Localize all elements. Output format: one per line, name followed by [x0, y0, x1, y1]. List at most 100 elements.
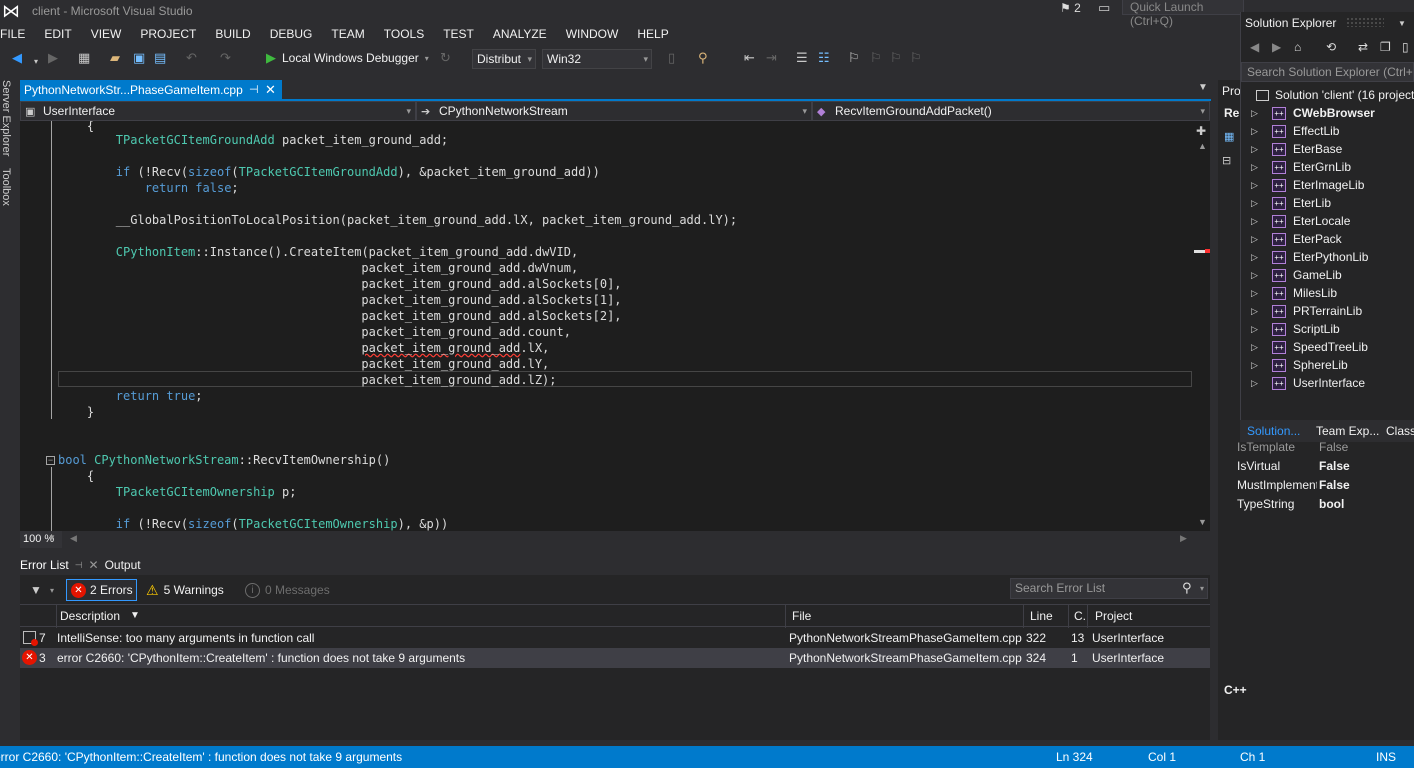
tab-overflow-icon[interactable]: ▼	[1198, 82, 1208, 93]
expand-icon[interactable]: ▷	[1251, 324, 1265, 335]
document-tab[interactable]: PythonNetworkStr...PhaseGameItem.cpp ⊣ ✕	[20, 80, 282, 100]
device-icon[interactable]: ▯	[668, 50, 675, 66]
expand-icon[interactable]: ▷	[1251, 360, 1265, 371]
search-icon[interactable]: ⚲	[1182, 580, 1192, 596]
property-value[interactable]: False	[1319, 459, 1350, 473]
expand-icon[interactable]: ▷	[1251, 234, 1265, 245]
project-node[interactable]: ▷ ++ UserInterface	[1251, 374, 1365, 392]
categorized-icon[interactable]: ▦	[1224, 130, 1234, 143]
chevron-down-icon[interactable]: ▼	[1398, 19, 1406, 28]
property-value[interactable]: False	[1319, 478, 1350, 492]
menu-file[interactable]: FILE	[0, 24, 34, 44]
project-node[interactable]: ▷ ++ SphereLib	[1251, 356, 1348, 374]
menu-edit[interactable]: EDIT	[34, 24, 80, 44]
solution-platform-combo[interactable]: Win32 ▾	[542, 49, 652, 69]
properties-tab[interactable]: Pro	[1222, 84, 1241, 98]
tab-solution-explorer[interactable]: Solution...	[1247, 424, 1300, 438]
new-project-icon[interactable]: ▦	[78, 50, 90, 66]
chevron-down-icon[interactable]: ▼	[48, 533, 56, 542]
open-file-icon[interactable]: ▰	[110, 50, 120, 66]
expand-icon[interactable]: ▷	[1251, 162, 1265, 173]
expand-icon[interactable]: ▷	[1251, 108, 1265, 119]
tab-class-view[interactable]: Class...	[1386, 424, 1414, 438]
menu-debug[interactable]: DEBUG	[260, 24, 322, 44]
project-node[interactable]: ▷ ++ MilesLib	[1251, 284, 1337, 302]
refresh-icon[interactable]: ↻	[440, 50, 451, 66]
expand-icon[interactable]: ▷	[1251, 144, 1265, 155]
chevron-down-icon[interactable]: ▾	[50, 586, 54, 595]
scroll-left-icon[interactable]: ◀	[70, 533, 77, 544]
back-icon[interactable]: ◀	[1250, 40, 1259, 54]
project-node[interactable]: ▷ ++ EterGrnLib	[1251, 158, 1351, 176]
solution-explorer-search-input[interactable]: Search Solution Explorer (Ctrl+;)	[1241, 62, 1414, 82]
expand-icon[interactable]: ▷	[1251, 180, 1265, 191]
redo-icon[interactable]: ↷	[220, 50, 231, 66]
errors-filter-button[interactable]: ✕ 2 Errors	[66, 579, 137, 601]
scroll-up-icon[interactable]: ▲	[1198, 141, 1207, 151]
pin-icon[interactable]: ⊣	[75, 560, 83, 571]
menu-project[interactable]: PROJECT	[130, 24, 205, 44]
find-in-files-icon[interactable]: ⚲	[698, 50, 708, 66]
column-description[interactable]: Description	[60, 609, 120, 623]
menu-team[interactable]: TEAM	[321, 24, 373, 44]
comment-icon[interactable]: ☰	[796, 50, 808, 66]
back-icon[interactable]: ◀	[12, 50, 22, 66]
project-node[interactable]: ▷ ++ EterLib	[1251, 194, 1331, 212]
nav-project-combo[interactable]: ▣ UserInterface ▾	[20, 101, 416, 121]
menu-build[interactable]: BUILD	[205, 24, 259, 44]
menu-window[interactable]: WINDOW	[556, 24, 628, 44]
filter-icon[interactable]: ▼	[30, 583, 42, 597]
uncomment-icon[interactable]: ☷	[818, 50, 830, 66]
undo-icon[interactable]: ↶	[186, 50, 197, 66]
collapse-icon[interactable]: −	[46, 456, 55, 465]
scroll-right-icon[interactable]: ▶	[1180, 533, 1187, 544]
solution-node[interactable]: Solution 'client' (16 projects)	[1256, 88, 1414, 102]
project-node[interactable]: ▷ ++ ScriptLib	[1251, 320, 1340, 338]
menu-view[interactable]: VIEW	[81, 24, 131, 44]
warnings-filter-button[interactable]: ⚠ 5 Warnings	[146, 579, 224, 601]
tab-team-explorer[interactable]: Team Exp...	[1316, 424, 1379, 438]
close-icon[interactable]: ✕	[89, 558, 99, 572]
column-file[interactable]: File	[792, 609, 811, 623]
table-row[interactable]: 7 IntelliSense: too many arguments in fu…	[20, 628, 1210, 648]
feedback-icon[interactable]: ▭	[1098, 0, 1110, 16]
forward-icon[interactable]: ▶	[1272, 40, 1281, 54]
solution-configuration-combo[interactable]: Distribut ▾	[472, 49, 536, 69]
code-editor[interactable]: − { TPacketGCItemGroundAdd packet_item_g…	[20, 121, 1192, 531]
error-list-tab[interactable]: Error List	[20, 558, 69, 572]
editor-horizontal-scrollbar[interactable]	[20, 531, 1210, 548]
project-node[interactable]: ▷ ++ SpeedTreeLib	[1251, 338, 1368, 356]
project-node[interactable]: ▷ ++ EterImageLib	[1251, 176, 1364, 194]
scroll-down-icon[interactable]: ▼	[1198, 517, 1207, 527]
pin-icon[interactable]: ⊣	[249, 80, 259, 100]
save-all-icon[interactable]: ▤	[154, 50, 166, 66]
expand-icon[interactable]: ▷	[1251, 306, 1265, 317]
split-window-icon[interactable]: ✚	[1196, 124, 1206, 138]
sync-icon[interactable]: ⇄	[1358, 40, 1368, 54]
expand-icon[interactable]: ▷	[1251, 288, 1265, 299]
nav-class-combo[interactable]: ➔ CPythonNetworkStream ▾	[416, 101, 812, 121]
collapse-icon[interactable]: ⊟	[1222, 154, 1231, 167]
start-debugging-button[interactable]: ▶ Local Windows Debugger ▾	[266, 50, 429, 66]
messages-filter-button[interactable]: i 0 Messages	[245, 579, 330, 601]
nav-member-combo[interactable]: ◆ RecvItemGroundAddPacket() ▾	[812, 101, 1210, 121]
outdent-icon[interactable]: ⇥	[766, 50, 777, 66]
save-icon[interactable]: ▣	[133, 50, 145, 66]
expand-icon[interactable]: ▷	[1251, 216, 1265, 227]
column-col[interactable]: C.	[1074, 609, 1086, 623]
collapse-all-icon[interactable]: ❐	[1380, 40, 1391, 54]
error-list-search-input[interactable]: Search Error List	[1010, 578, 1208, 599]
toolbox-tab[interactable]: Toolbox	[0, 168, 12, 206]
chevron-down-icon[interactable]: ▾	[1200, 584, 1204, 593]
prev-bookmark-icon[interactable]: ⚐	[870, 50, 882, 66]
notifications-button[interactable]: ⚑ 2	[1060, 0, 1081, 16]
close-icon[interactable]: ✕	[265, 80, 276, 100]
output-tab[interactable]: Output	[105, 558, 141, 572]
column-line[interactable]: Line	[1030, 609, 1053, 623]
column-project[interactable]: Project	[1095, 609, 1132, 623]
quick-launch-input[interactable]: Quick Launch (Ctrl+Q)	[1122, 0, 1244, 28]
project-node[interactable]: ▷ ++ PRTerrainLib	[1251, 302, 1362, 320]
expand-icon[interactable]: ▷	[1251, 342, 1265, 353]
project-node[interactable]: ▷ ++ EterLocale	[1251, 212, 1350, 230]
project-node[interactable]: ▷ ++ EterPack	[1251, 230, 1342, 248]
